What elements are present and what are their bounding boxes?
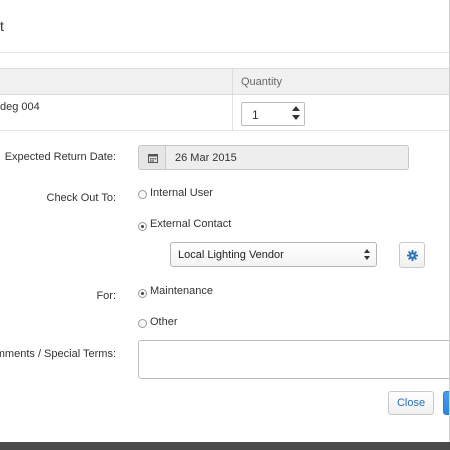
comments-textarea[interactable] bbox=[138, 340, 450, 379]
stepper-arrows[interactable] bbox=[291, 105, 301, 123]
radio-internal-user[interactable] bbox=[138, 190, 147, 199]
table-row: deg 004 1 bbox=[0, 95, 450, 131]
dialog-title: t bbox=[0, 18, 4, 34]
column-divider bbox=[232, 95, 233, 130]
radio-other-label[interactable]: Other bbox=[150, 316, 178, 328]
gear-icon bbox=[407, 250, 418, 261]
contact-select[interactable]: Local Lighting Vendor bbox=[170, 242, 377, 267]
quantity-stepper[interactable]: 1 bbox=[241, 102, 305, 126]
calendar-button[interactable] bbox=[138, 145, 166, 170]
contact-select-value: Local Lighting Vendor bbox=[178, 249, 284, 261]
quantity-value[interactable]: 1 bbox=[252, 108, 259, 122]
close-button[interactable]: Close bbox=[388, 391, 434, 415]
radio-maintenance[interactable] bbox=[138, 289, 147, 298]
dialog-header: t bbox=[0, 0, 450, 53]
expected-return-date-field[interactable]: 26 Mar 2015 bbox=[138, 145, 409, 170]
check-out-to-label: Check Out To: bbox=[46, 192, 117, 204]
radio-external-contact-label[interactable]: External Contact bbox=[150, 218, 231, 230]
increment-icon[interactable] bbox=[291, 105, 301, 114]
select-arrows-icon bbox=[364, 249, 371, 261]
for-label: For: bbox=[96, 290, 116, 302]
radio-maintenance-label[interactable]: Maintenance bbox=[150, 285, 213, 297]
table-header: Quantity bbox=[0, 68, 450, 95]
date-input[interactable]: 26 Mar 2015 bbox=[166, 145, 409, 170]
comments-label: omments / Special Terms: bbox=[0, 348, 116, 360]
radio-other[interactable] bbox=[138, 319, 147, 328]
contact-settings-button[interactable] bbox=[399, 242, 425, 268]
radio-internal-user-label[interactable]: Internal User bbox=[150, 187, 213, 199]
date-value: 26 Mar 2015 bbox=[175, 152, 237, 164]
quantity-column-header: Quantity bbox=[241, 76, 282, 88]
background-overlay bbox=[0, 442, 450, 450]
decrement-icon[interactable] bbox=[291, 114, 301, 123]
radio-external-contact[interactable] bbox=[138, 222, 147, 231]
calendar-icon bbox=[148, 154, 158, 163]
column-divider bbox=[232, 69, 233, 94]
item-name: deg 004 bbox=[0, 101, 40, 113]
expected-return-label: Expected Return Date: bbox=[4, 151, 116, 163]
